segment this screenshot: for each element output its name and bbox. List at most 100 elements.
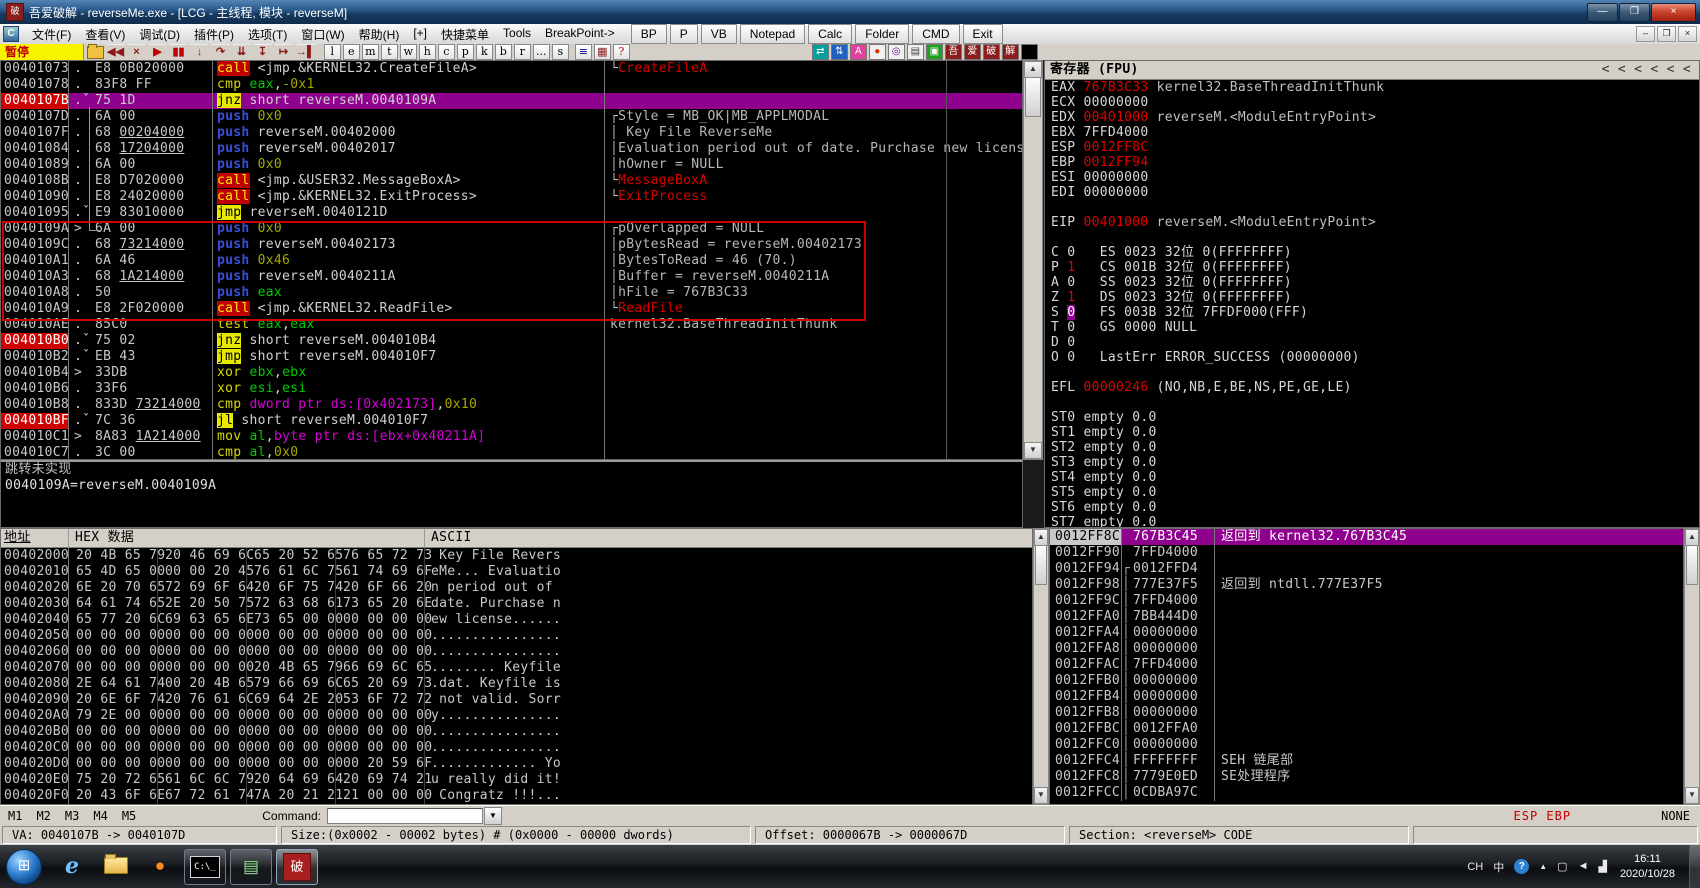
- dump-row[interactable]: 004020206E 20 70 6572 69 6F 6420 6F 75 7…: [1, 580, 1032, 596]
- mdi-child-icon[interactable]: C: [3, 26, 19, 42]
- disasm-row[interactable]: 004010A8.50push eax│hFile = 767B3C33: [1, 285, 1022, 301]
- collapse-chevrons[interactable]: < < < < < <: [1602, 61, 1691, 79]
- keyboard-icon[interactable]: ▤: [907, 44, 924, 60]
- restart-icon[interactable]: ◀◀: [106, 44, 125, 60]
- registers-pane[interactable]: 寄存器 (FPU) < < < < < < EAX 767B3C33 kerne…: [1044, 60, 1700, 528]
- pause-icon[interactable]: ▮▮: [169, 44, 188, 60]
- menu-item[interactable]: BreakPoint->: [538, 24, 622, 45]
- toolbar-letter-h[interactable]: h: [419, 44, 436, 60]
- disasm-address[interactable]: 004010BF: [1, 413, 69, 429]
- disasm-row[interactable]: 00401084.68 17204000push reverseM.004020…: [1, 141, 1022, 157]
- run-to-user-icon[interactable]: →▌: [295, 44, 316, 60]
- open-file-icon[interactable]: [87, 46, 104, 59]
- tray-monitor-icon[interactable]: ▢: [1557, 860, 1567, 873]
- dump-row[interactable]: 0040204065 77 20 6C69 63 65 6E73 65 00 0…: [1, 612, 1032, 628]
- register-row[interactable]: ST6 empty 0.0: [1045, 500, 1699, 515]
- quick-button-vb[interactable]: VB: [701, 24, 737, 44]
- register-row[interactable]: ST3 empty 0.0: [1045, 455, 1699, 470]
- register-row[interactable]: EAX 767B3C33 kernel32.BaseThreadInitThun…: [1045, 80, 1699, 95]
- disasm-row[interactable]: 004010AE.85C0test eax,eaxkernel32.BaseTh…: [1, 317, 1022, 333]
- register-row[interactable]: EIP 00401000 reverseM.<ModuleEntryPoint>: [1045, 215, 1699, 230]
- minimize-button[interactable]: —: [1587, 3, 1618, 22]
- dump-scrollbar[interactable]: ▲ ▼: [1033, 528, 1049, 805]
- register-row[interactable]: ECX 00000000: [1045, 95, 1699, 110]
- disasm-address[interactable]: 004010B8: [1, 397, 69, 413]
- taskbar-explorer[interactable]: [96, 849, 136, 883]
- dump-row[interactable]: 004020D000 00 00 0000 00 00 0000 00 00 0…: [1, 756, 1032, 772]
- show-desktop-button[interactable]: [1689, 845, 1700, 888]
- register-row[interactable]: C 0 ES 0023 32位 0(FFFFFFFF): [1045, 245, 1699, 260]
- register-row[interactable]: D 0: [1045, 335, 1699, 350]
- disasm-row[interactable]: 00401095.ˇE9 83010000jmp reverseM.004012…: [1, 205, 1022, 221]
- register-row[interactable]: S 0 FS 003B 32位 7FFDF000(FFF): [1045, 305, 1699, 320]
- disasm-address[interactable]: 004010B4: [1, 365, 69, 381]
- disasm-row[interactable]: 004010C7.3C 00cmp al,0x0: [1, 445, 1022, 460]
- brand-po-icon[interactable]: 破: [983, 44, 1000, 60]
- register-row[interactable]: ST0 empty 0.0: [1045, 410, 1699, 425]
- scroll-thumb[interactable]: [1035, 545, 1047, 585]
- disasm-row[interactable]: 004010A3.68 1A214000push reverseM.004021…: [1, 269, 1022, 285]
- taskbar-ie[interactable]: e: [52, 849, 92, 883]
- register-row[interactable]: EBP 0012FF94: [1045, 155, 1699, 170]
- dump-row[interactable]: 004020F020 43 6F 6E67 72 61 747A 20 21 2…: [1, 788, 1032, 804]
- swap-icon[interactable]: ⇅: [831, 44, 848, 60]
- register-row[interactable]: EDX 00401000 reverseM.<ModuleEntryPoint>: [1045, 110, 1699, 125]
- register-row[interactable]: EFL 00000246 (NO,NB,E,BE,NS,PE,GE,LE): [1045, 380, 1699, 395]
- disasm-address[interactable]: 0040107D: [1, 109, 69, 125]
- dump-row[interactable]: 0040200020 4B 65 7920 46 69 6C65 20 52 6…: [1, 548, 1032, 564]
- hex-dump-pane[interactable]: 地址 HEX 数据 ASCII 0040200020 4B 65 7920 46…: [0, 528, 1033, 805]
- disasm-row[interactable]: 0040107D.6A 00push 0x0┌Style = MB_OK|MB_…: [1, 109, 1022, 125]
- stack-row[interactable]: 0012FFB4│00000000: [1050, 689, 1683, 705]
- menu-item[interactable]: 查看(V): [78, 24, 132, 45]
- disasm-row[interactable]: 004010BF.ˇ7C 36jl short reverseM.004010F…: [1, 413, 1022, 429]
- disasm-row[interactable]: 0040107F.68 00204000push reverseM.004020…: [1, 125, 1022, 141]
- screen-icon[interactable]: ▣: [926, 44, 943, 60]
- windows-list-icon[interactable]: ≡: [575, 44, 592, 60]
- stack-row[interactable]: 0012FFC0│00000000: [1050, 737, 1683, 753]
- spiral-icon[interactable]: ◎: [888, 44, 905, 60]
- disasm-row[interactable]: 004010A1.6A 46push 0x46│BytesToRead = 46…: [1, 253, 1022, 269]
- disasm-address[interactable]: 004010C7: [1, 445, 69, 460]
- toolbar-letter-b[interactable]: b: [495, 44, 512, 60]
- dump-row[interactable]: 004020802E 64 61 7400 20 4B 6579 66 69 6…: [1, 676, 1032, 692]
- stack-row[interactable]: 0012FFBC│0012FFA0: [1050, 721, 1683, 737]
- taskbar-cmd[interactable]: C:\_: [184, 849, 226, 885]
- stack-row[interactable]: 0012FF98│777E37F5返回到 ntdll.777E37F5: [1050, 577, 1683, 593]
- toolbar-letter-w[interactable]: w: [400, 44, 417, 60]
- step-into-icon[interactable]: ↓: [190, 44, 209, 60]
- dump-row[interactable]: 0040207000 00 00 0000 00 00 0020 4B 65 7…: [1, 660, 1032, 676]
- quick-button-bp[interactable]: BP: [631, 24, 667, 44]
- close-program-icon[interactable]: ×: [127, 44, 146, 60]
- run-icon[interactable]: ▶: [148, 44, 167, 60]
- assembler-icon[interactable]: A: [850, 44, 867, 60]
- taskbar-lcg-debugger[interactable]: 破: [276, 849, 318, 885]
- column-hex[interactable]: HEX 数据: [69, 529, 425, 547]
- toolbar-letter-t[interactable]: t: [381, 44, 398, 60]
- register-row[interactable]: A 0 SS 0023 32位 0(FFFFFFFF): [1045, 275, 1699, 290]
- dump-row[interactable]: 004020C000 00 00 0000 00 00 0000 00 00 0…: [1, 740, 1032, 756]
- register-row[interactable]: ST4 empty 0.0: [1045, 470, 1699, 485]
- disasm-address[interactable]: 004010B6: [1, 381, 69, 397]
- scroll-up-icon[interactable]: ▲: [1024, 61, 1042, 78]
- register-row[interactable]: ST2 empty 0.0: [1045, 440, 1699, 455]
- stack-scrollbar[interactable]: ▲ ▼: [1684, 528, 1700, 805]
- toolbar-letter-dotdotdot[interactable]: ...: [533, 44, 550, 60]
- run-to-return-icon[interactable]: ↦: [274, 44, 293, 60]
- menu-item[interactable]: 插件(P): [187, 24, 241, 45]
- register-row[interactable]: ST7 empty 0.0: [1045, 515, 1699, 528]
- disasm-address[interactable]: 004010A1: [1, 253, 69, 269]
- disasm-row[interactable]: 00401078.83F8 FFcmp eax,-0x1: [1, 77, 1022, 93]
- disasm-row[interactable]: 004010C1>8A83 1A214000mov al,byte ptr ds…: [1, 429, 1022, 445]
- help-tray-icon[interactable]: ?: [1514, 859, 1529, 874]
- disasm-address[interactable]: 0040107F: [1, 125, 69, 141]
- menu-item[interactable]: 快捷菜单: [434, 24, 496, 45]
- stack-row[interactable]: 0012FF8C767B3C45返回到 kernel32.767B3C45: [1050, 529, 1683, 545]
- stack-row[interactable]: 0012FFC8│7779E0EDSE处理程序: [1050, 769, 1683, 785]
- dump-row[interactable]: 0040206000 00 00 0000 00 00 0000 00 00 0…: [1, 644, 1032, 660]
- disasm-address[interactable]: 004010AE: [1, 317, 69, 333]
- taskbar-media-player[interactable]: ●: [140, 849, 180, 883]
- toolbar-letter-k[interactable]: k: [476, 44, 493, 60]
- stack-row[interactable]: 0012FFAC│7FFD4000: [1050, 657, 1683, 673]
- disasm-address[interactable]: 00401084: [1, 141, 69, 157]
- scroll-down-icon[interactable]: ▼: [1024, 442, 1042, 459]
